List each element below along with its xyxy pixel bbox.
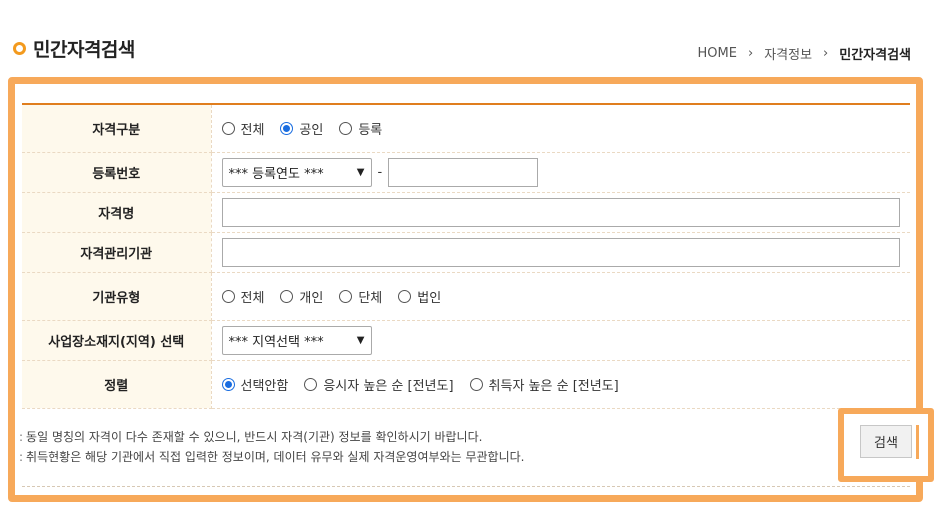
page-title-text: 민간자격검색 (33, 39, 135, 61)
sort-radio-group: 선택안함 응시자 높은 순 [전년도] 취득자 높은 순 [전년도] (221, 375, 901, 394)
qual-type-radio-group: 전체 공인 등록 (221, 119, 901, 138)
label-sort: 정렬 (22, 360, 212, 409)
reg-no-dash: - (377, 164, 383, 180)
breadcrumb-level1[interactable]: 자격정보 (764, 44, 812, 63)
org-type-option-label: 전체 (240, 290, 265, 306)
reg-year-select[interactable]: *** 등록연도 *** ▼ (221, 157, 372, 187)
radio-button-icon[interactable] (221, 289, 235, 303)
radio-button-icon[interactable] (339, 121, 353, 135)
sort-option-label: 취득자 높은 순 [전년도] (488, 378, 619, 394)
row-agency: 자격관리기관 (22, 232, 910, 273)
sort-option-label: 선택안함 (240, 378, 289, 394)
note-bullet-icon: : (19, 450, 24, 464)
chevron-right-icon: › (747, 46, 754, 61)
region-select-value: *** 지역선택 *** (228, 334, 324, 350)
radio-button-icon[interactable] (221, 377, 235, 391)
dropdown-arrow-icon: ▼ (356, 166, 365, 178)
note-bullet-icon: : (19, 430, 24, 444)
search-form-table: 자격구분 전체 공인 등록 등록번호 *** 등록연도 *** ▼ - 자격명 자격… (22, 103, 910, 409)
qual-type-option[interactable]: 전체 (221, 119, 265, 138)
row-region: 사업장소재지(지역) 선택 *** 지역선택 *** ▼ (22, 320, 910, 361)
reg-year-select-value: *** 등록연도 *** (228, 166, 324, 182)
chevron-right-icon: › (823, 46, 829, 61)
note-item: : 취득현황은 해당 기관에서 직접 입력한 정보이며, 데이터 유무와 실제 … (19, 447, 524, 467)
search-button[interactable]: 검색 (860, 425, 912, 458)
qual-type-option-label: 공인 (299, 122, 324, 138)
radio-button-icon[interactable] (280, 121, 294, 135)
label-qual-type: 자격구분 (22, 104, 212, 153)
radio-button-icon[interactable] (304, 377, 318, 391)
org-type-option[interactable]: 개인 (280, 287, 323, 306)
row-org-type: 기관유형 전체 개인 단체 법인 (22, 272, 910, 321)
search-button-highlight: 검색 (838, 408, 934, 482)
radio-button-icon[interactable] (221, 121, 235, 135)
org-type-option-label: 단체 (358, 290, 383, 306)
region-select[interactable]: *** 지역선택 *** ▼ (221, 325, 372, 355)
radio-button-icon[interactable] (280, 289, 294, 303)
row-qual-type: 자격구분 전체 공인 등록 (22, 104, 910, 153)
sort-option[interactable]: 선택안함 (221, 375, 289, 394)
highlight-bar (916, 425, 919, 459)
radio-button-icon[interactable] (339, 289, 353, 303)
org-type-option-label: 법인 (417, 290, 442, 306)
label-qual-name: 자격명 (22, 192, 212, 233)
org-type-option[interactable]: 전체 (221, 287, 265, 306)
notes: : 동일 명칭의 자격이 다수 존재할 수 있으니, 반드시 자격(기관) 정보… (19, 427, 524, 467)
label-org-type: 기관유형 (22, 272, 212, 321)
row-qual-name: 자격명 (22, 192, 910, 233)
radio-button-icon[interactable] (398, 289, 412, 303)
org-type-option-label: 개인 (299, 290, 324, 306)
circle-bullet-icon (13, 42, 26, 55)
org-type-option[interactable]: 단체 (339, 287, 382, 306)
sort-option[interactable]: 취득자 높은 순 [전년도] (469, 375, 619, 394)
row-sort: 정렬 선택안함 응시자 높은 순 [전년도] 취득자 높은 순 [전년도] (22, 360, 910, 409)
note-text: 취득현황은 해당 기관에서 직접 입력한 정보이며, 데이터 유무와 실제 자격… (26, 450, 525, 464)
breadcrumb-home[interactable]: HOME (698, 46, 737, 61)
reg-number-input[interactable] (388, 157, 539, 187)
qual-type-option[interactable]: 등록 (339, 119, 382, 138)
qual-type-option[interactable]: 공인 (280, 119, 323, 138)
row-reg-no: 등록번호 *** 등록연도 *** ▼ - (22, 152, 910, 193)
qual-type-option-label: 전체 (240, 122, 265, 138)
radio-button-icon[interactable] (469, 377, 483, 391)
org-type-option[interactable]: 법인 (398, 287, 441, 306)
dropdown-arrow-icon: ▼ (356, 334, 365, 346)
note-text: 동일 명칭의 자격이 다수 존재할 수 있으니, 반드시 자격(기관) 정보를 … (26, 430, 483, 444)
note-item: : 동일 명칭의 자격이 다수 존재할 수 있으니, 반드시 자격(기관) 정보… (19, 427, 524, 447)
page-title: 민간자격검색 (13, 35, 135, 62)
sort-option[interactable]: 응시자 높은 순 [전년도] (304, 375, 454, 394)
label-reg-no: 등록번호 (22, 152, 212, 193)
breadcrumb-current: 민간자격검색 (839, 48, 911, 63)
label-agency: 자격관리기관 (22, 232, 212, 273)
agency-input[interactable] (221, 237, 900, 267)
breadcrumb: HOME › 자격정보 › 민간자격검색 (698, 44, 911, 63)
qual-type-option-label: 등록 (358, 122, 383, 138)
label-region: 사업장소재지(지역) 선택 (22, 320, 212, 361)
qual-name-input[interactable] (221, 197, 900, 227)
org-type-radio-group: 전체 개인 단체 법인 (221, 287, 901, 306)
divider (22, 486, 910, 487)
sort-option-label: 응시자 높은 순 [전년도] (323, 378, 454, 394)
